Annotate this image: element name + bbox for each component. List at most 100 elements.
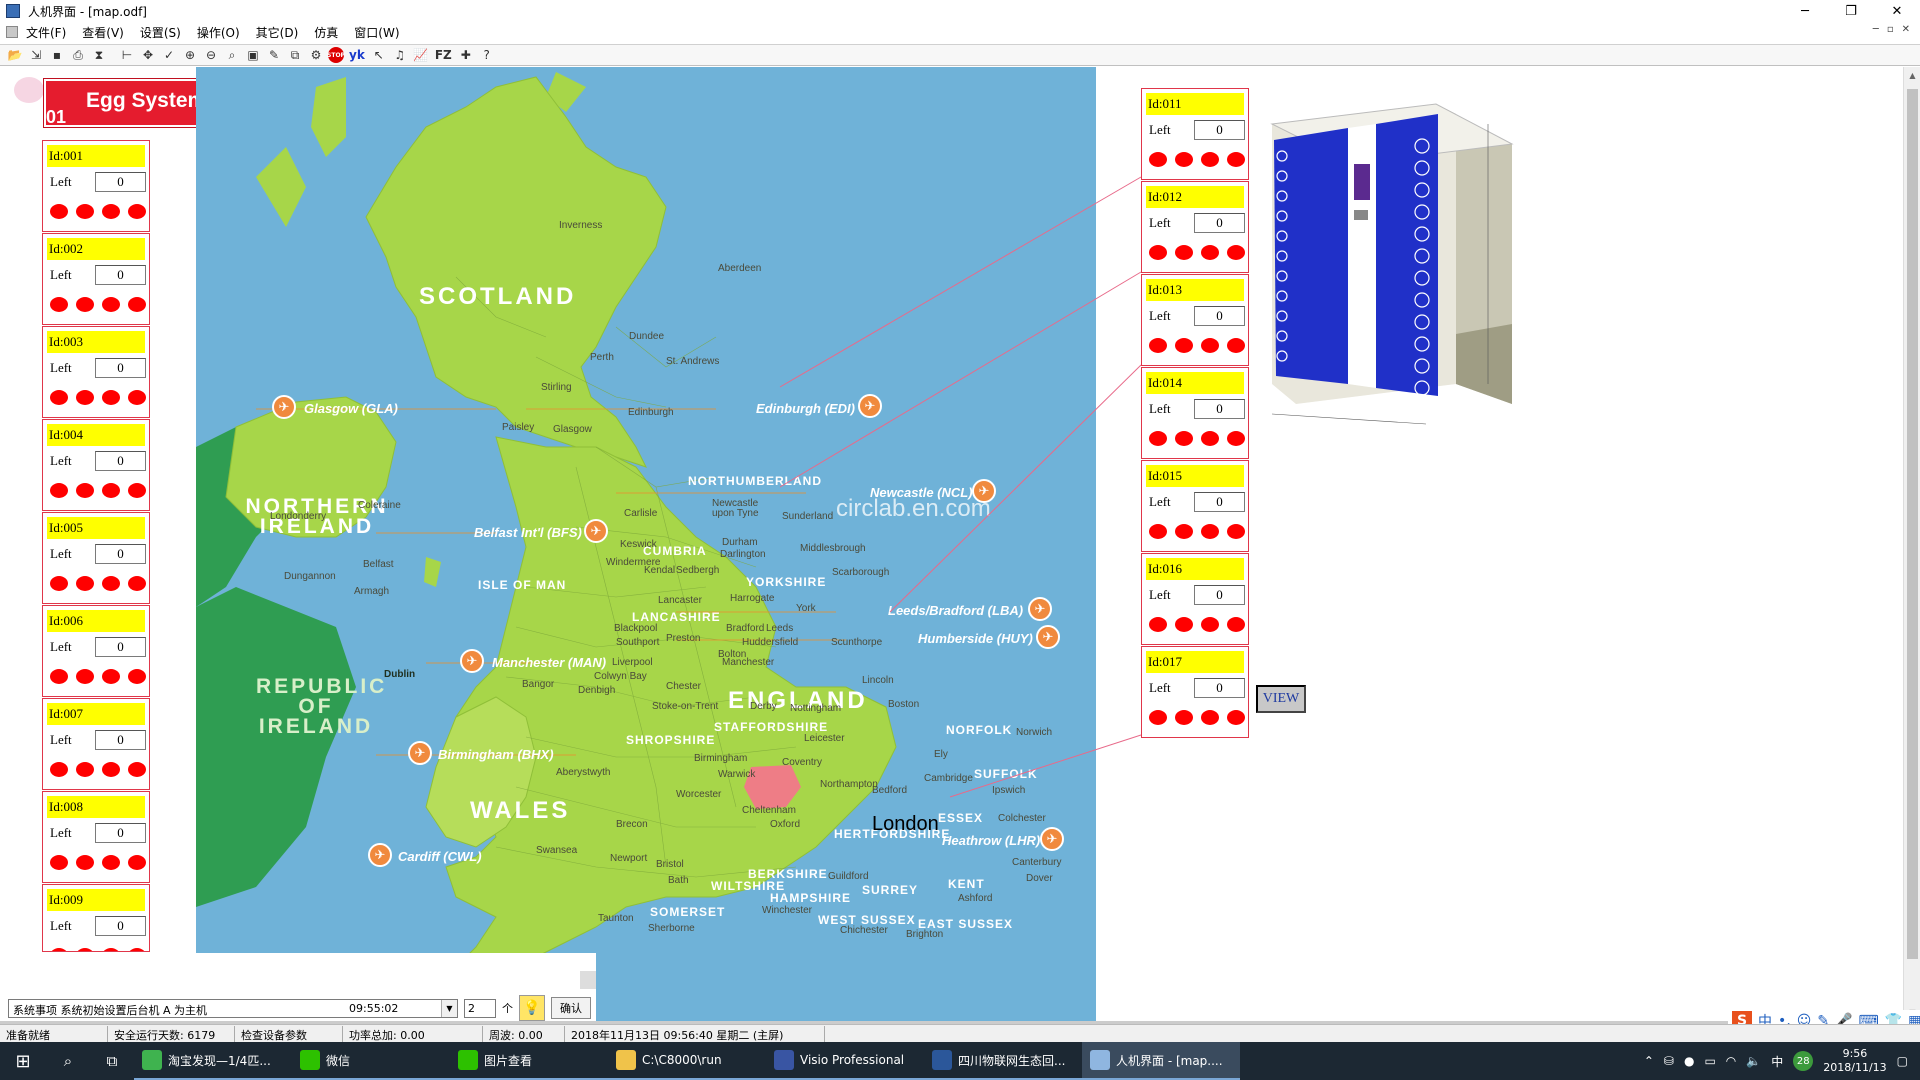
fz-button[interactable]: FZ: [433, 46, 454, 64]
left-value-field[interactable]: 0: [1194, 306, 1245, 326]
close-button[interactable]: ✕: [1874, 0, 1920, 22]
taskbar-item-visio[interactable]: Visio Professional: [766, 1042, 924, 1080]
vertical-scrollbar[interactable]: ▲ ▼: [1903, 67, 1920, 1021]
left-value-field[interactable]: 0: [1194, 585, 1245, 605]
pan-icon[interactable]: ✥: [139, 46, 157, 64]
status-led: [1201, 710, 1219, 725]
system-menu-icon[interactable]: [6, 26, 18, 38]
menu-window[interactable]: 窗口(W): [346, 24, 407, 41]
menu-simulation[interactable]: 仿真: [306, 24, 346, 41]
pointer-icon[interactable]: ↖: [370, 46, 388, 64]
left-value-field[interactable]: 0: [1194, 120, 1245, 140]
status-ready: 准备就绪: [0, 1025, 108, 1042]
left-value-field[interactable]: 0: [1194, 399, 1245, 419]
status-led: [1227, 617, 1245, 632]
print-icon[interactable]: ⎙: [69, 46, 87, 64]
zoom-in-icon[interactable]: ⊕: [181, 46, 199, 64]
scroll-up-icon[interactable]: ▲: [1904, 67, 1920, 84]
menu-settings[interactable]: 设置(S): [132, 24, 189, 41]
menu-file[interactable]: 文件(F): [18, 24, 74, 41]
tree-icon[interactable]: ⊢: [118, 46, 136, 64]
yk-button[interactable]: yk: [347, 46, 367, 64]
chevron-down-icon[interactable]: ▼: [441, 999, 457, 1017]
check-icon[interactable]: ✓: [160, 46, 178, 64]
zoom-fit-icon[interactable]: ⌕: [223, 46, 241, 64]
clock[interactable]: 9:56 2018/11/13: [1823, 1047, 1886, 1075]
mdi-close-button[interactable]: ✕: [1902, 24, 1910, 35]
lightbulb-icon[interactable]: 💡: [519, 995, 545, 1021]
network-icon[interactable]: ⚙: [307, 46, 325, 64]
count-spinner[interactable]: 2: [464, 998, 496, 1018]
scroll-thumb[interactable]: [1907, 89, 1918, 959]
device-panel-013[interactable]: Id:013 Left 0: [1141, 274, 1249, 366]
volume-icon[interactable]: 🔈: [1746, 1054, 1761, 1068]
status-check-params: 检查设备参数: [235, 1025, 343, 1042]
left-value-field[interactable]: 0: [1194, 213, 1245, 233]
device-id: Id:013: [1146, 279, 1244, 301]
confirm-button[interactable]: 确认: [551, 997, 591, 1019]
status-led: [1227, 152, 1245, 167]
status-led: [1227, 431, 1245, 446]
event-combo[interactable]: 系统事项 系统初始设置后台机 A 为主机 09:55:02 ▼: [8, 998, 458, 1018]
wechat-tray-icon[interactable]: ●: [1684, 1054, 1694, 1068]
status-led: [1201, 152, 1219, 167]
event-control-bar: 系统事项 系统初始设置后台机 A 为主机 09:55:02 ▼ 2 个 💡 确认: [0, 953, 596, 1021]
pen-icon[interactable]: ✎: [265, 46, 283, 64]
device-panel-015[interactable]: Id:015 Left 0: [1141, 460, 1249, 552]
taskbar-item-word[interactable]: 四川物联网生态回...: [924, 1042, 1082, 1080]
menu-view[interactable]: 查看(V): [74, 24, 132, 41]
notification-icon[interactable]: ▢: [1897, 1054, 1908, 1068]
taobao-app-icon: [142, 1050, 162, 1070]
view-button[interactable]: VIEW: [1256, 685, 1306, 713]
battery-icon[interactable]: ▭: [1704, 1054, 1715, 1068]
taskbar-item-image-viewer[interactable]: 图片查看: [450, 1042, 608, 1080]
taskbar-item-hmi[interactable]: 人机界面 - [map....: [1082, 1042, 1240, 1080]
device-panel-011[interactable]: Id:011 Left 0: [1141, 88, 1249, 180]
status-led: [1175, 338, 1193, 353]
search-icon[interactable]: ⌕: [46, 1042, 90, 1080]
task-label: C:\C8000\run: [642, 1053, 722, 1067]
device-panel-012[interactable]: Id:012 Left 0: [1141, 181, 1249, 273]
task-label: Visio Professional: [800, 1053, 905, 1067]
event-text: 系统事项 系统初始设置后台机 A 为主机: [13, 1003, 208, 1017]
left-value-field[interactable]: 0: [1194, 678, 1245, 698]
stop-icon[interactable]: STOP: [327, 47, 345, 63]
open-icon[interactable]: 📂: [6, 46, 24, 64]
task-view-icon[interactable]: ⧉: [90, 1042, 134, 1080]
device-panel-017[interactable]: Id:017 Left 0: [1141, 646, 1249, 738]
minimize-button[interactable]: ─: [1782, 0, 1828, 22]
mdi-minimize-button[interactable]: ─: [1873, 24, 1879, 35]
device-id: Id:014: [1146, 372, 1244, 394]
app-icon: [6, 4, 20, 18]
windows-start-icon[interactable]: ⊞: [0, 1042, 46, 1080]
window-icon[interactable]: ⧉: [286, 46, 304, 64]
menu-operate[interactable]: 操作(O): [189, 24, 248, 41]
maximize-button[interactable]: ❐: [1828, 0, 1874, 22]
mdi-restore-button[interactable]: ▫: [1887, 24, 1894, 35]
device-panel-016[interactable]: Id:016 Left 0: [1141, 553, 1249, 645]
status-led: [1149, 431, 1167, 446]
tray-language[interactable]: 中: [1771, 1053, 1783, 1070]
help-icon[interactable]: ?: [478, 46, 496, 64]
wifi-icon[interactable]: ◠: [1726, 1054, 1736, 1068]
device-panel-014[interactable]: Id:014 Left 0: [1141, 367, 1249, 459]
network-tray-icon[interactable]: ⛁: [1664, 1054, 1674, 1068]
map-icon[interactable]: ▣: [244, 46, 262, 64]
taskbar-item-taobao[interactable]: 淘宝发现—1/4匹...: [134, 1042, 292, 1080]
import-icon[interactable]: ⇲: [27, 46, 45, 64]
chart-icon[interactable]: 📈: [412, 46, 430, 64]
save-icon[interactable]: ▪: [48, 46, 66, 64]
taskbar-item-wechat[interactable]: 微信: [292, 1042, 450, 1080]
hourglass-icon[interactable]: ⧗: [90, 46, 108, 64]
tray-badge[interactable]: 28: [1793, 1051, 1814, 1071]
device-id: Id:015: [1146, 465, 1244, 487]
menu-other[interactable]: 其它(D): [248, 24, 307, 41]
chevron-up-icon[interactable]: ⌃: [1644, 1054, 1654, 1068]
main-canvas: Egg System 01 SCOTLAND NORTHERN IRELAND …: [0, 67, 1903, 1021]
taskbar-item-explorer[interactable]: C:\C8000\run: [608, 1042, 766, 1080]
status-led: [1227, 245, 1245, 260]
crosshair-icon[interactable]: ✚: [457, 46, 475, 64]
zoom-out-icon[interactable]: ⊖: [202, 46, 220, 64]
left-value-field[interactable]: 0: [1194, 492, 1245, 512]
bell-icon[interactable]: ♫: [391, 46, 409, 64]
